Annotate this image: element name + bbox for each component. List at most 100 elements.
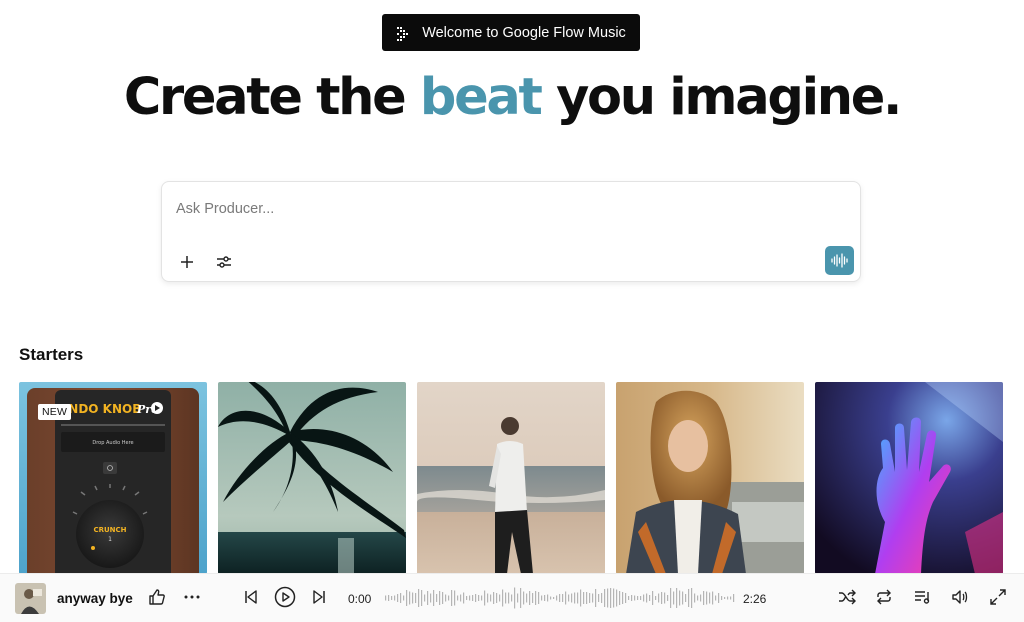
more-icon [184, 595, 200, 599]
queue-button[interactable] [912, 586, 934, 608]
waveform-bar [460, 594, 462, 602]
waveform-bar [553, 597, 555, 599]
current-time: 0:00 [348, 592, 372, 606]
waveform-bar [616, 589, 618, 607]
waveform-bar [688, 589, 690, 607]
waveform-bar [658, 593, 660, 603]
beach-man-artwork [417, 382, 605, 574]
starter-card-beach-man[interactable] [417, 382, 605, 574]
waveform-bar [457, 595, 459, 601]
waveform-bar [424, 594, 426, 602]
fullscreen-button[interactable] [987, 586, 1009, 608]
waveform-bar [718, 593, 720, 603]
waveform-bar [511, 594, 513, 602]
volume-button[interactable] [949, 586, 971, 608]
waveform-bar [436, 594, 438, 602]
starters-heading: Starters [19, 345, 84, 364]
starter-card-knob-pro[interactable]: ANDO KNOB Pro Drop Audio Here CRUNCH 1 N… [19, 382, 207, 574]
waveform-bar [466, 596, 468, 600]
waveform-bar [427, 591, 429, 605]
waveform-bar [544, 595, 546, 601]
waveform-bar [709, 592, 711, 604]
waveform-bar [625, 593, 627, 603]
waveform-bar [634, 595, 636, 601]
waveform-bar [610, 588, 612, 608]
waveform-bar [613, 588, 615, 608]
waveform-bar [487, 593, 489, 603]
waveform-icon [831, 253, 848, 268]
waveform-bar [499, 594, 501, 602]
waveform-bar [670, 588, 672, 608]
waveform-bar [583, 592, 585, 604]
track-thumbnail[interactable] [15, 583, 46, 614]
waveform-bar [535, 591, 537, 605]
waveform-bar [619, 591, 621, 605]
waveform-bar [700, 594, 702, 602]
waveform-bar [727, 596, 729, 600]
starter-card-neon-hand[interactable] [815, 382, 1003, 574]
waveform-bar [559, 594, 561, 602]
producer-prompt-box [161, 181, 861, 282]
waveform-bar [646, 593, 648, 603]
waveform-bar [397, 594, 399, 602]
waveform-bar [505, 592, 507, 604]
waveform-bar [520, 588, 522, 608]
waveform-bar [682, 591, 684, 605]
hero-suffix: you imagine. [556, 68, 902, 127]
shuffle-icon [839, 589, 856, 605]
waveform-bar [661, 592, 663, 604]
waveform-bar [409, 591, 411, 605]
repeat-button[interactable] [873, 586, 895, 608]
waveform-bar [715, 595, 717, 601]
waveform-bar [607, 588, 609, 608]
waveform-bar [469, 595, 471, 601]
waveform-bar [574, 592, 576, 604]
waveform-bar [463, 592, 465, 604]
starter-card-woman-car[interactable] [616, 382, 804, 574]
previous-track-button[interactable] [240, 586, 262, 608]
waveform-bar [529, 591, 531, 605]
waveform-bar [622, 592, 624, 604]
waveform-bar [640, 596, 642, 600]
voice-input-button[interactable] [825, 246, 854, 275]
shuffle-button[interactable] [836, 586, 858, 608]
waveform-bar [421, 590, 423, 606]
waveform-bar [418, 589, 420, 607]
waveform-bar [706, 591, 708, 605]
next-track-button[interactable] [308, 586, 330, 608]
add-button[interactable] [174, 249, 200, 275]
like-button[interactable] [146, 586, 168, 608]
waveform-bar [388, 595, 390, 601]
play-button[interactable] [273, 585, 297, 609]
waveform-bar [442, 592, 444, 604]
starter-card-palm-tree[interactable] [218, 382, 406, 574]
waveform-bar [517, 593, 519, 603]
waveform-scrubber[interactable] [384, 586, 736, 610]
waveform-bar [577, 592, 579, 604]
waveform-bar [478, 595, 480, 601]
producer-prompt-input[interactable] [176, 198, 776, 220]
settings-button[interactable] [211, 249, 237, 275]
waveform-bar [598, 594, 600, 602]
more-options-button[interactable] [181, 586, 203, 608]
waveform-bar [724, 597, 726, 599]
new-badge: NEW [38, 404, 72, 420]
sliders-icon [217, 256, 231, 268]
waveform-bar [508, 592, 510, 604]
welcome-banner[interactable]: Welcome to Google Flow Music [382, 14, 640, 51]
waveform-bar [541, 595, 543, 601]
play-icon [274, 586, 296, 608]
waveform-bar [631, 595, 633, 601]
knob-pro-title-art: ANDO KNOB [59, 402, 141, 416]
waveform-bar [475, 594, 477, 602]
waveform-bar [589, 593, 591, 603]
track-title[interactable]: anyway bye [57, 591, 133, 606]
thumbs-up-icon [149, 589, 165, 605]
waveform-bar [400, 593, 402, 603]
waveform-bar [448, 595, 450, 601]
welcome-banner-label: Welcome to Google Flow Music [422, 24, 626, 41]
queue-icon [915, 591, 930, 604]
waveform-bar [571, 593, 573, 603]
waveform-bar [568, 594, 570, 602]
waveform-bar [526, 593, 528, 603]
